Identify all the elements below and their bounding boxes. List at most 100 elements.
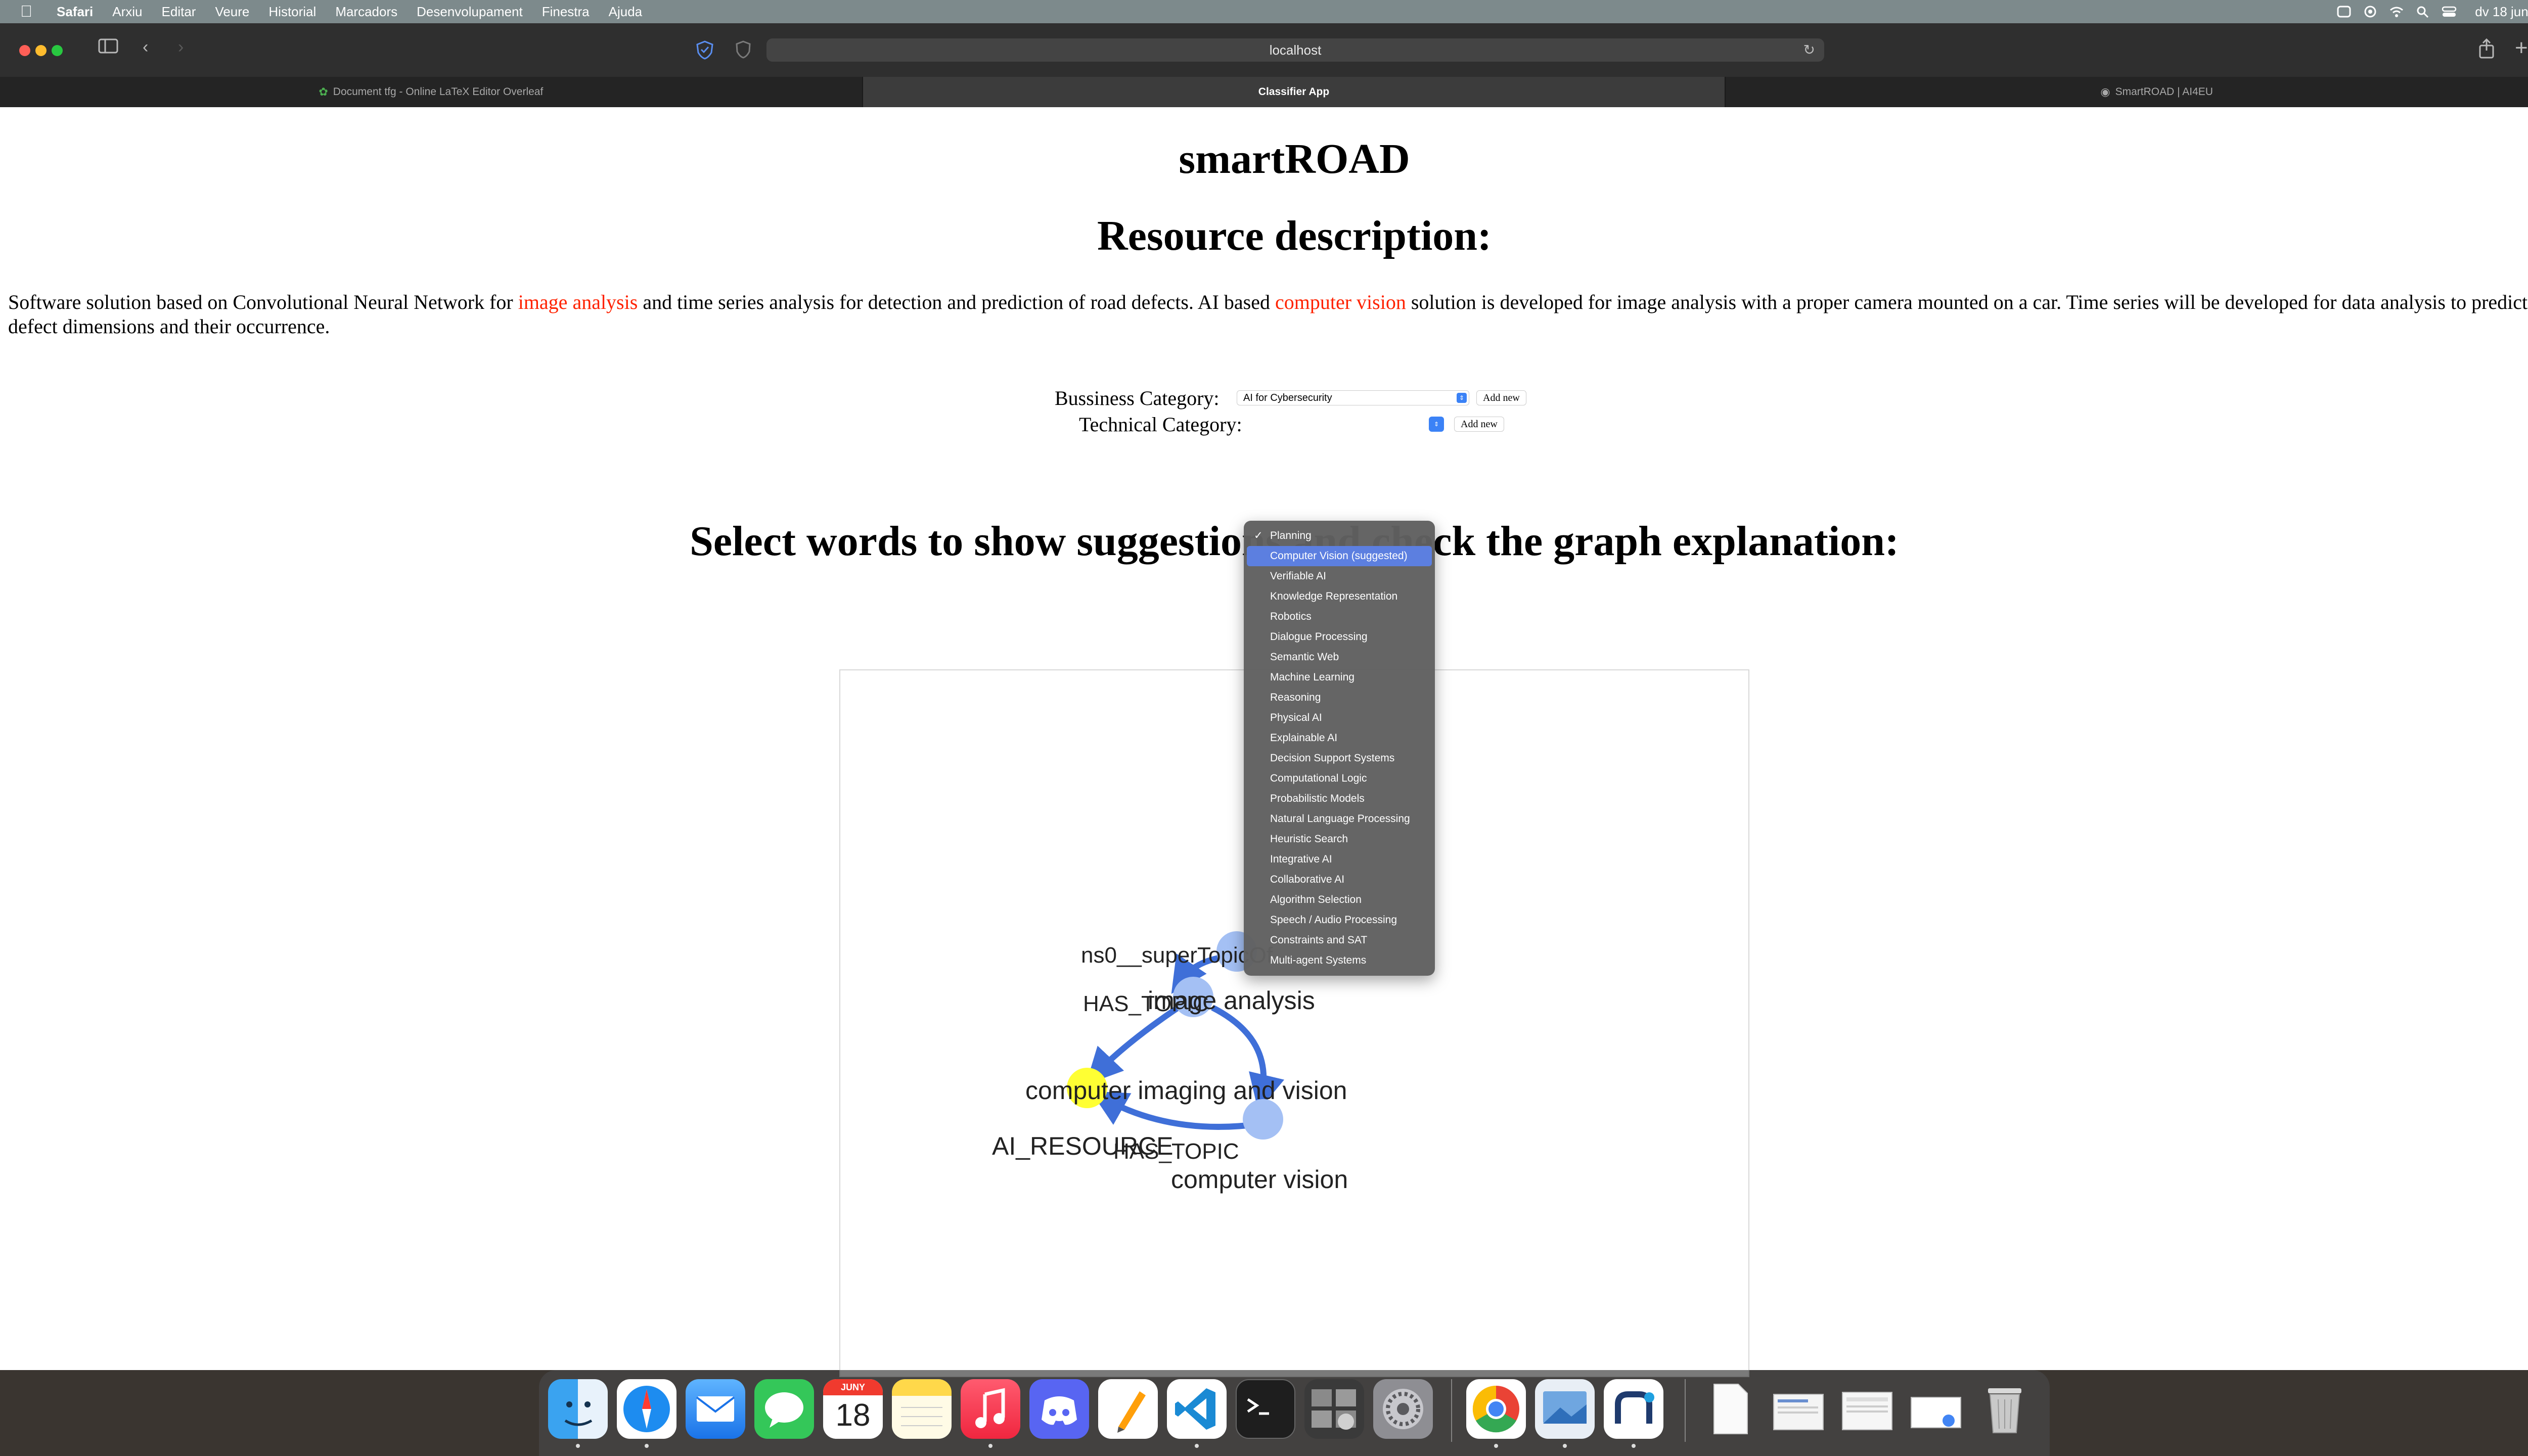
spotlight-search-icon[interactable] (2415, 5, 2430, 18)
dropdown-option-label: Decision Support Systems (1270, 752, 1395, 764)
window-icon[interactable] (1837, 1379, 1897, 1439)
terminal-icon[interactable] (1236, 1379, 1295, 1439)
dropdown-option[interactable]: Heuristic Search (1247, 829, 1432, 849)
dropdown-option[interactable]: Collaborative AI (1247, 870, 1432, 890)
dock-separator (1685, 1379, 1686, 1442)
dropdown-option-label: Reasoning (1270, 692, 1321, 703)
tab-label: Document tfg - Online LaTeX Editor Overl… (333, 86, 544, 98)
menu-item-historial[interactable]: Historial (268, 4, 316, 20)
menu-item-finestra[interactable]: Finestra (542, 4, 590, 20)
preview-icon[interactable] (1535, 1379, 1595, 1439)
share-icon[interactable] (2477, 38, 2496, 63)
control-center-icon[interactable] (2442, 5, 2457, 18)
messages-icon[interactable] (754, 1379, 814, 1439)
app-menus: Safari Arxiu Editar Veure Historial Marcadors… (57, 0, 661, 23)
notes-icon[interactable] (892, 1379, 952, 1439)
graph-node-computer-vision[interactable] (1243, 1099, 1283, 1140)
calendar-icon[interactable]: JUNY 18 (823, 1379, 883, 1439)
sidebar-toggle-icon[interactable] (98, 37, 118, 59)
suggestion-word-image-analysis[interactable]: image analysis (518, 291, 638, 313)
tab-overleaf[interactable]: ✿ Document tfg - Online LaTeX Editor Ove… (0, 77, 863, 107)
apple-menu-icon[interactable]:  (20, 2, 32, 21)
dropdown-option[interactable]: Explainable AI (1247, 728, 1432, 748)
dropdown-option[interactable]: Knowledge Representation (1247, 586, 1432, 607)
dropdown-option[interactable]: Reasoning (1247, 688, 1432, 708)
technical-category-dropdown[interactable]: ✓ Planning Computer Vision (suggested) Veri… (1244, 521, 1435, 976)
new-tab-icon[interactable]: + (2515, 35, 2528, 61)
graph-node-label: computer vision (1171, 1165, 1348, 1194)
dropdown-option[interactable]: Constraints and SAT (1247, 930, 1432, 950)
checkmark-icon: ✓ (1254, 530, 1263, 541)
system-settings-icon[interactable] (1373, 1379, 1433, 1439)
window-icon-2[interactable] (1906, 1379, 1966, 1439)
trash-icon[interactable] (1975, 1379, 2035, 1439)
dock-separator (1451, 1379, 1452, 1442)
zoom-window-button[interactable] (52, 45, 63, 56)
suggestion-word-computer-vision[interactable]: computer vision (1275, 291, 1406, 313)
dropdown-option[interactable]: Integrative AI (1247, 849, 1432, 870)
graph-node-label: AI_RESOURCE (992, 1132, 1173, 1160)
dropdown-option[interactable]: Decision Support Systems (1247, 748, 1432, 768)
dropdown-option[interactable]: Dialogue Processing (1247, 627, 1432, 647)
downloads-icon[interactable] (1769, 1379, 1828, 1439)
safari-icon[interactable] (617, 1379, 676, 1439)
add-technical-category-button[interactable]: Add new (1454, 417, 1504, 432)
menu-item-ajuda[interactable]: Ajuda (609, 4, 643, 20)
focus-icon[interactable] (2336, 5, 2352, 18)
tab-smartroad[interactable]: ◉ SmartROAD | AI4EU (1726, 77, 2528, 107)
dropdown-option[interactable]: Algorithm Selection (1247, 890, 1432, 910)
music-icon[interactable] (961, 1379, 1020, 1439)
technical-category-select[interactable]: ⇕ (1429, 417, 1444, 432)
dropdown-option[interactable]: Machine Learning (1247, 667, 1432, 688)
finder-icon[interactable] (548, 1379, 608, 1439)
pages-icon[interactable] (1098, 1379, 1158, 1439)
menu-item-desenvolupament[interactable]: Desenvolupament (417, 4, 523, 20)
chrome-icon[interactable] (1466, 1379, 1526, 1439)
menu-item-safari[interactable]: Safari (57, 4, 93, 20)
dropdown-option[interactable]: ✓ Planning (1247, 526, 1432, 546)
browser-toolbar: ‹ › localhost ↻ + (0, 23, 2528, 77)
screen-record-icon[interactable] (2363, 5, 2378, 18)
dropdown-option[interactable]: Natural Language Processing (1247, 809, 1432, 829)
tab-label: Classifier App (1258, 86, 1330, 98)
back-icon[interactable]: ‹ (143, 37, 148, 57)
menu-item-marcadors[interactable]: Marcadors (335, 4, 397, 20)
mail-icon[interactable] (686, 1379, 745, 1439)
address-bar[interactable]: localhost ↻ (766, 38, 1824, 62)
dropdown-option[interactable]: Physical AI (1247, 708, 1432, 728)
description-text: Software solution based on Convolutional… (8, 291, 518, 313)
tab-classifier-app[interactable]: Classifier App (863, 77, 1726, 107)
close-window-button[interactable] (19, 45, 30, 56)
dropdown-option[interactable]: Verifiable AI (1247, 566, 1432, 586)
forward-icon[interactable]: › (178, 37, 184, 57)
vscode-icon[interactable] (1167, 1379, 1227, 1439)
dropdown-option[interactable]: Robotics (1247, 607, 1432, 627)
dropdown-option[interactable]: Speech / Audio Processing (1247, 910, 1432, 930)
app-icon[interactable] (1604, 1379, 1663, 1439)
web-page: smartROAD Resource description: Software… (0, 107, 2528, 1377)
dropdown-option[interactable]: Computer Vision (suggested) (1247, 546, 1432, 566)
reload-icon[interactable]: ↻ (1803, 41, 1815, 58)
add-business-category-button[interactable]: Add new (1476, 390, 1526, 405)
tab-bar: ✿ Document tfg - Online LaTeX Editor Ove… (0, 77, 2528, 107)
dropdown-option[interactable]: Multi-agent Systems (1247, 950, 1432, 971)
dropdown-option[interactable]: Probabilistic Models (1247, 789, 1432, 809)
dropdown-option[interactable]: Semantic Web (1247, 647, 1432, 667)
dropdown-option-label: Algorithm Selection (1270, 894, 1362, 905)
menu-item-arxiu[interactable]: Arxiu (112, 4, 142, 20)
photo-booth-icon[interactable] (1304, 1379, 1364, 1439)
dropdown-option-label: Multi-agent Systems (1270, 954, 1367, 966)
menu-item-veure[interactable]: Veure (215, 4, 249, 20)
menu-item-editar[interactable]: Editar (162, 4, 196, 20)
dropdown-option[interactable]: Computational Logic (1247, 768, 1432, 789)
discord-icon[interactable] (1029, 1379, 1089, 1439)
calendar-day: 18 (835, 1398, 871, 1433)
document-icon[interactable] (1700, 1379, 1759, 1439)
business-category-select[interactable]: AI for Cybersecurity ⇕ (1237, 390, 1469, 405)
minimize-window-button[interactable] (35, 45, 47, 56)
menubar-clock[interactable]: dv 18 juny 16:26 (2475, 4, 2528, 20)
wifi-icon[interactable] (2389, 5, 2404, 18)
running-indicator (576, 1444, 580, 1448)
reader-shield-icon[interactable] (735, 40, 751, 63)
privacy-shield-icon[interactable] (696, 40, 714, 64)
